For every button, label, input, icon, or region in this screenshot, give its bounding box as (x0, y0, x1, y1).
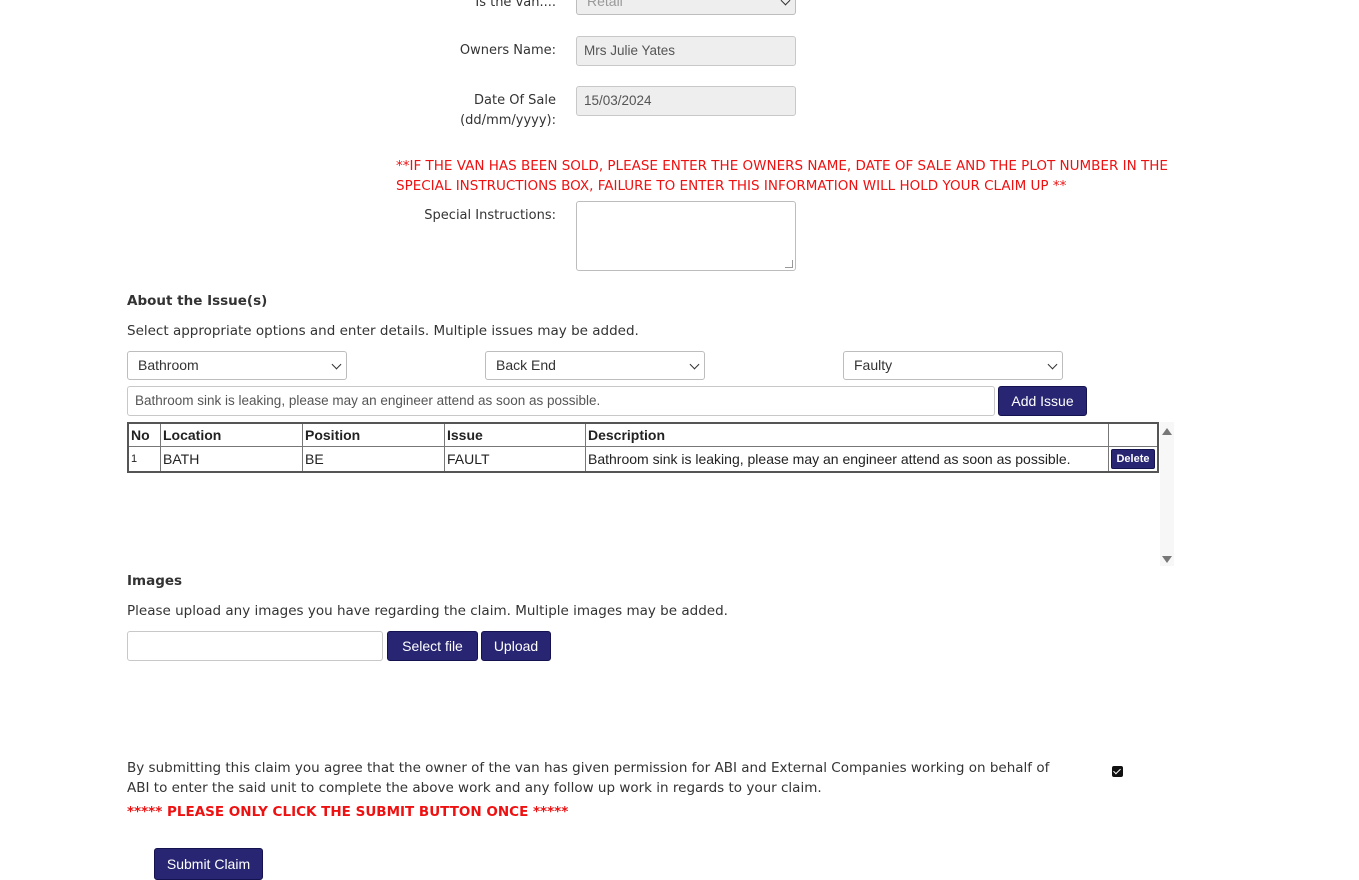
van-type-select[interactable]: Retail (576, 0, 796, 15)
table-scrollbar[interactable] (1160, 422, 1174, 566)
issues-heading: About the Issue(s) (127, 293, 268, 309)
cell-issue: FAULT (444, 446, 586, 473)
cell-description: Bathroom sink is leaking, please may an … (585, 446, 1109, 473)
resize-handle-icon[interactable] (785, 260, 793, 268)
sale-date-format-label: (dd/mm/yyyy): (460, 113, 556, 128)
sold-notice: **IF THE VAN HAS BEEN SOLD, PLEASE ENTER… (396, 158, 1168, 194)
position-select[interactable]: Back End (485, 351, 705, 380)
delete-issue-button[interactable]: Delete (1111, 449, 1155, 469)
sale-date-field[interactable]: 15/03/2024 (576, 86, 796, 116)
column-header (1108, 422, 1159, 447)
van-type-label: Is the van.... (475, 0, 556, 10)
sale-date-label: Date Of Sale (474, 93, 556, 108)
scroll-down-icon[interactable] (1162, 556, 1172, 563)
chevron-down-icon (331, 359, 342, 370)
submit-once-warning: ***** PLEASE ONLY CLICK THE SUBMIT BUTTO… (127, 804, 569, 820)
images-heading: Images (127, 573, 183, 589)
table-row: 1 BATH BE FAULT Bathroom sink is leaking… (127, 446, 1159, 473)
issue-description-input[interactable]: Bathroom sink is leaking, please may an … (127, 386, 995, 416)
cell-location: BATH (160, 446, 303, 473)
select-file-button[interactable]: Select file (387, 631, 478, 661)
checkbox-checked-icon (1113, 766, 1121, 775)
special-instructions-textarea[interactable] (576, 201, 796, 271)
table-header-row: No Location Position Issue Description (127, 422, 1159, 447)
special-instructions-label: Special Instructions: (424, 208, 556, 223)
cell-actions: Delete (1108, 446, 1159, 473)
location-select-value: Bathroom (138, 357, 199, 373)
issues-instructions: Select appropriate options and enter det… (127, 323, 639, 339)
issues-table-container: No Location Position Issue Description 1… (127, 422, 1174, 566)
submit-claim-button[interactable]: Submit Claim (154, 848, 263, 880)
column-header: Issue (444, 422, 586, 447)
agreement-checkbox[interactable] (1112, 766, 1123, 777)
scroll-up-icon[interactable] (1162, 428, 1172, 435)
owner-name-label: Owners Name: (459, 43, 556, 58)
van-type-value: Retail (587, 0, 623, 9)
column-header: Position (302, 422, 445, 447)
images-instructions: Please upload any images you have regard… (127, 603, 728, 619)
chevron-down-icon (780, 0, 791, 6)
add-issue-button[interactable]: Add Issue (998, 386, 1087, 416)
issues-table: No Location Position Issue Description 1… (127, 422, 1159, 473)
agreement-text: By submitting this claim you agree that … (127, 760, 1050, 796)
column-header: Description (585, 422, 1109, 447)
cell-position: BE (302, 446, 445, 473)
chevron-down-icon (689, 359, 700, 370)
upload-button[interactable]: Upload (481, 631, 551, 661)
column-header: Location (160, 422, 303, 447)
cell-no: 1 (127, 446, 161, 473)
file-path-input[interactable] (127, 631, 383, 661)
column-header: No (127, 422, 161, 447)
chevron-down-icon (1047, 359, 1058, 370)
location-select[interactable]: Bathroom (127, 351, 347, 380)
position-select-value: Back End (496, 357, 556, 373)
issue-type-select-value: Faulty (854, 357, 893, 373)
issue-type-select[interactable]: Faulty (843, 351, 1063, 380)
owner-name-field[interactable]: Mrs Julie Yates (576, 36, 796, 66)
